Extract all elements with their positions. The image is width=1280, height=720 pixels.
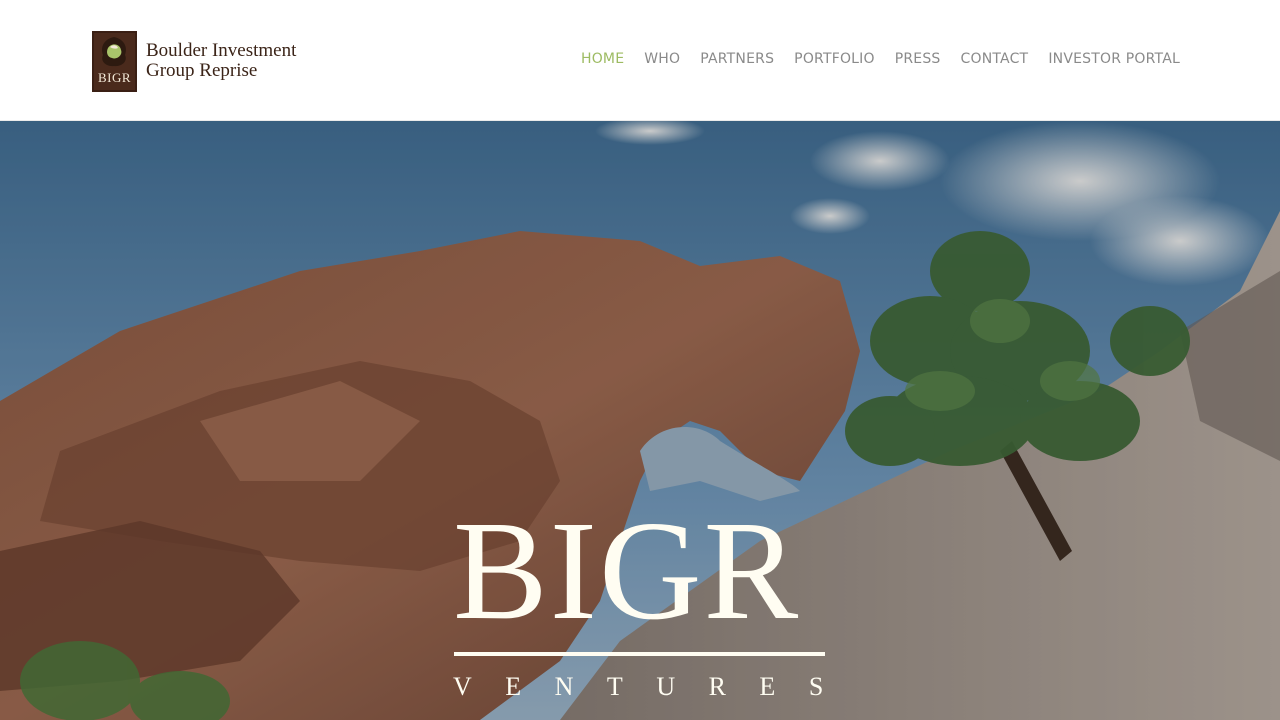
logo-line-1: Boulder Investment	[146, 40, 297, 61]
nav-contact[interactable]: CONTACT	[961, 51, 1029, 67]
main-nav: HOME WHO PARTNERS PORTFOLIO PRESS CONTAC…	[581, 51, 1180, 67]
nav-investor-portal[interactable]: INVESTOR PORTAL	[1048, 51, 1180, 67]
site-header: BIGR Boulder Investment Group Reprise HO…	[0, 0, 1280, 121]
logo-mark-text: BIGR	[97, 69, 132, 85]
nav-home[interactable]: HOME	[581, 51, 624, 67]
logo-line-2: Group Reprise	[146, 60, 258, 81]
nav-press[interactable]: PRESS	[895, 51, 941, 67]
hero-title: BIGR	[453, 491, 801, 649]
nav-portfolio[interactable]: PORTFOLIO	[794, 51, 875, 67]
site-logo-link[interactable]: BIGR Boulder Investment Group Reprise	[92, 30, 296, 92]
logo-wordmark: Boulder Investment Group Reprise	[146, 41, 296, 81]
nav-who[interactable]: WHO	[644, 51, 680, 67]
hero-banner: BIGR VENTURES	[0, 121, 1280, 720]
hero-divider	[454, 652, 825, 656]
nav-partners[interactable]: PARTNERS	[700, 51, 774, 67]
hero-subtitle: VENTURES	[453, 672, 857, 701]
logo-mark: BIGR	[92, 30, 137, 92]
hero-brand: BIGR VENTURES	[453, 491, 825, 701]
